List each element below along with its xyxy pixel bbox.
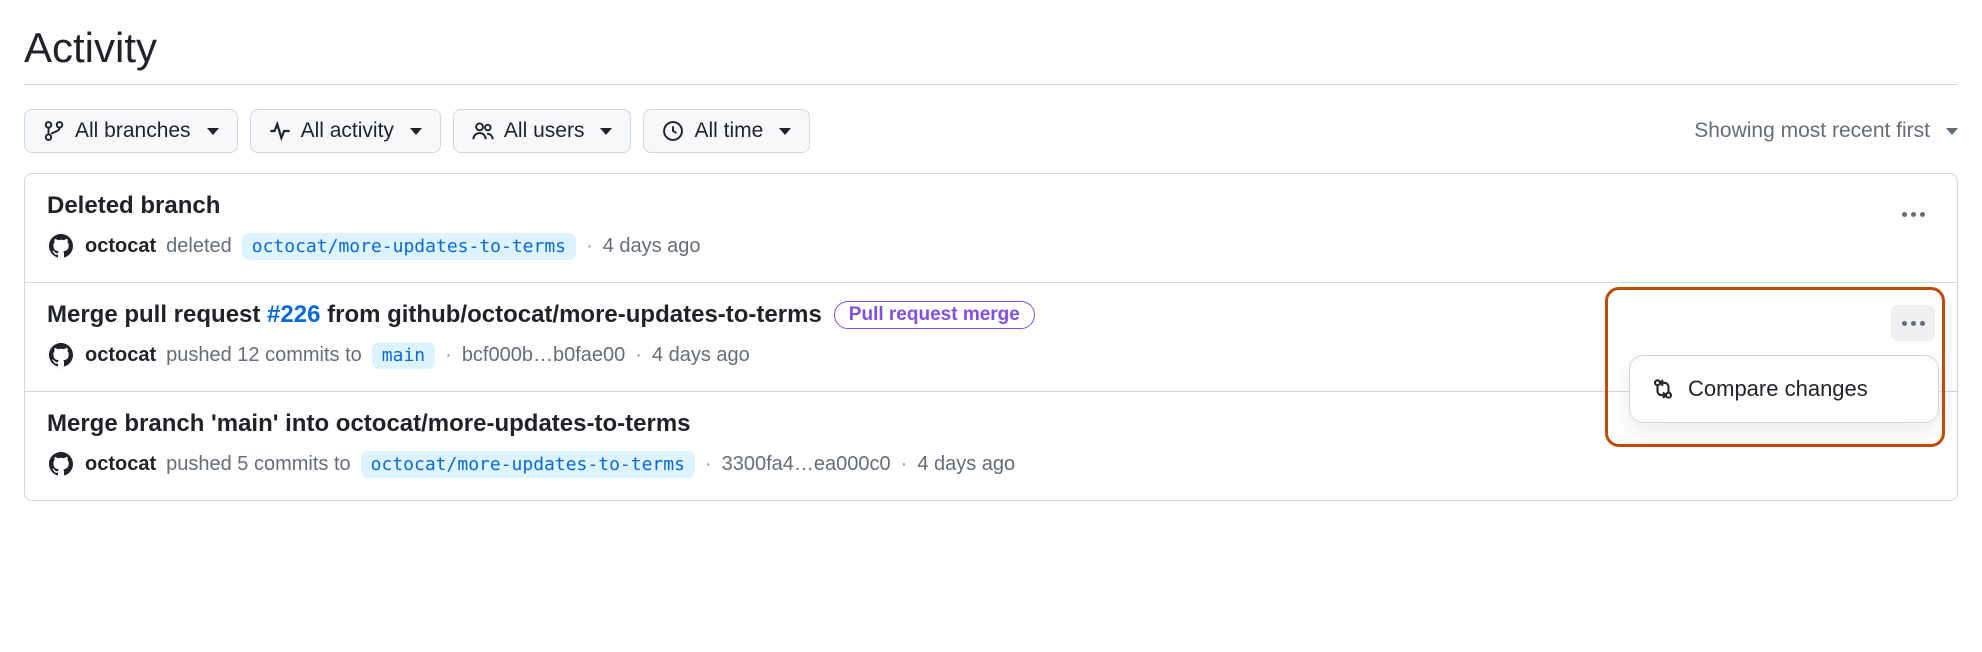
activity-title: Merge pull request #226 from github/octo… [47,301,822,329]
filter-activity-label: All activity [301,119,394,143]
username-link[interactable]: octocat [85,453,156,476]
activity-time: 4 days ago [603,235,701,258]
username-link[interactable]: octocat [85,344,156,367]
activity-verb: pushed 5 commits to [166,453,351,476]
sort-order-toggle[interactable]: Showing most recent first [1694,119,1958,143]
separator: · [635,344,642,367]
separator: · [586,235,593,258]
git-compare-icon [1652,378,1674,400]
activity-title: Merge branch 'main' into octocat/more-up… [47,410,691,438]
activity-verb: pushed 12 commits to [166,344,362,367]
clock-icon [662,120,684,142]
filter-branches[interactable]: All branches [24,109,238,153]
filter-time[interactable]: All time [643,109,810,153]
sort-order-label: Showing most recent first [1694,119,1930,143]
commit-range[interactable]: 3300fa4…ea000c0 [722,453,891,476]
branch-chip[interactable]: octocat/more-updates-to-terms [361,451,695,478]
caret-down-icon [410,128,422,135]
activity-meta: octocat pushed 5 commits to octocat/more… [47,450,1935,478]
caret-down-icon [600,128,612,135]
branch-chip[interactable]: octocat/more-updates-to-terms [242,233,576,260]
activity-dropdown: Compare changes [1629,355,1939,423]
kebab-icon [1902,212,1925,217]
activity-time: 4 days ago [917,453,1015,476]
activity-more-button[interactable] [1891,305,1935,341]
activity-list: Deleted branch octocat deleted octocat/m… [24,173,1958,501]
people-icon [472,120,494,142]
caret-down-icon [779,128,791,135]
caret-down-icon [1946,128,1958,135]
activity-item: Deleted branch octocat deleted octocat/m… [25,174,1957,283]
separator: · [901,453,908,476]
activity-time: 4 days ago [652,344,750,367]
git-branch-icon [43,120,65,142]
compare-changes-label: Compare changes [1688,376,1868,402]
compare-changes-item[interactable]: Compare changes [1636,366,1932,412]
commit-range[interactable]: bcf000b…b0fae00 [462,344,625,367]
branch-chip[interactable]: main [372,342,435,369]
filter-time-label: All time [694,119,763,143]
activity-title: Deleted branch [47,192,220,220]
username-link[interactable]: octocat [85,235,156,258]
filter-users[interactable]: All users [453,109,632,153]
activity-meta: octocat deleted octocat/more-updates-to-… [47,232,1935,260]
avatar[interactable] [47,341,75,369]
caret-down-icon [207,128,219,135]
pr-merge-badge: Pull request merge [834,301,1035,329]
avatar[interactable] [47,232,75,260]
filter-branches-label: All branches [75,119,191,143]
separator: · [705,453,712,476]
separator: · [445,344,452,367]
pr-link[interactable]: #226 [267,301,320,328]
filter-activity[interactable]: All activity [250,109,441,153]
filter-row: All branches All activity All users All … [24,109,1958,153]
page-title: Activity [24,24,1958,72]
filter-users-label: All users [504,119,585,143]
avatar[interactable] [47,450,75,478]
activity-more-button[interactable] [1891,196,1935,232]
pulse-icon [269,120,291,142]
activity-item: Merge pull request #226 from github/octo… [25,283,1957,392]
kebab-icon [1902,321,1925,326]
activity-verb: deleted [166,235,232,258]
